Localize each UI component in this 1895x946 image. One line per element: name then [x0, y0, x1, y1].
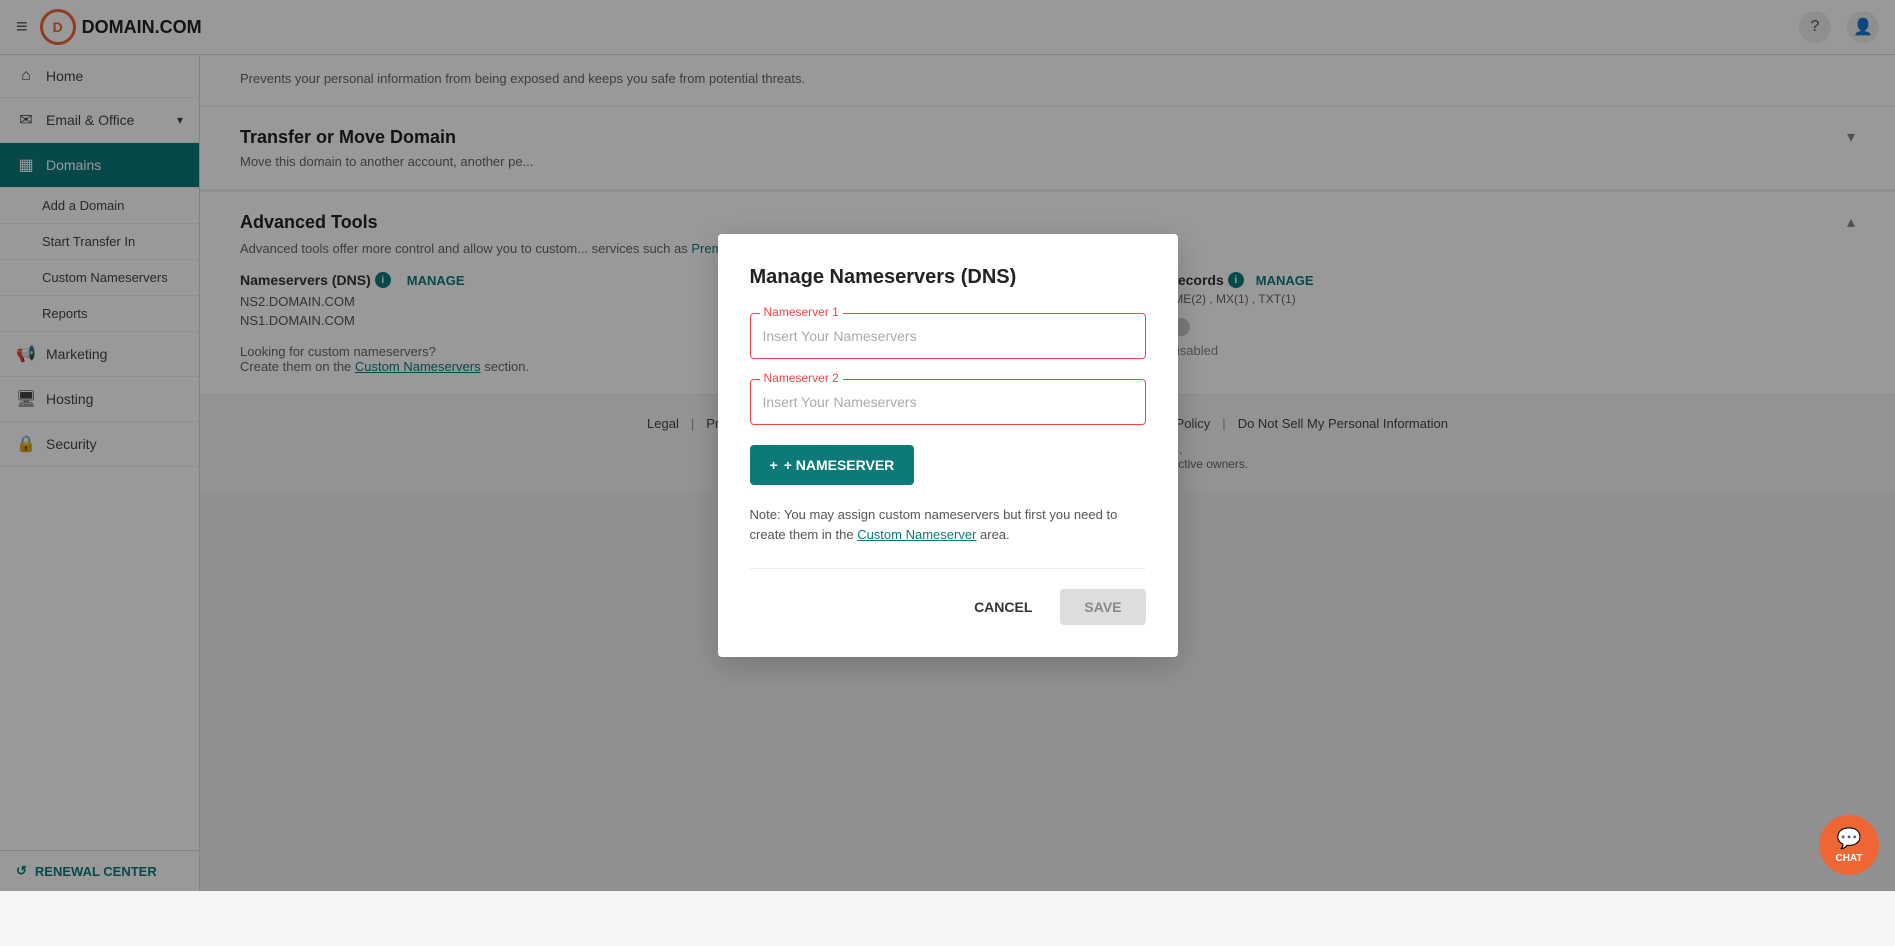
modal-actions: CANCEL SAVE [750, 568, 1146, 625]
add-icon: + [770, 457, 778, 473]
add-nameserver-label: + NAMESERVER [784, 457, 895, 473]
custom-nameserver-modal-link[interactable]: Custom Nameserver [857, 527, 976, 542]
manage-nameservers-modal: Manage Nameservers (DNS) Nameserver 1 Na… [718, 234, 1178, 657]
nameserver2-input[interactable] [750, 379, 1146, 425]
save-button[interactable]: SAVE [1060, 589, 1145, 625]
modal-overlay: Manage Nameservers (DNS) Nameserver 1 Na… [0, 0, 1895, 891]
nameserver1-input[interactable] [750, 313, 1146, 359]
nameserver2-field: Nameserver 2 [750, 379, 1146, 425]
add-nameserver-button[interactable]: + + NAMESERVER [750, 445, 915, 485]
nameserver2-label: Nameserver 2 [760, 371, 843, 385]
chat-icon: 💬 [1837, 826, 1862, 851]
nameserver1-label: Nameserver 1 [760, 305, 843, 319]
modal-note: Note: You may assign custom nameservers … [750, 505, 1146, 544]
chat-label: CHAT [1835, 853, 1862, 864]
cancel-button[interactable]: CANCEL [958, 589, 1048, 625]
chat-button[interactable]: 💬 CHAT [1819, 815, 1879, 875]
nameserver1-field: Nameserver 1 [750, 313, 1146, 359]
modal-title: Manage Nameservers (DNS) [750, 266, 1146, 289]
